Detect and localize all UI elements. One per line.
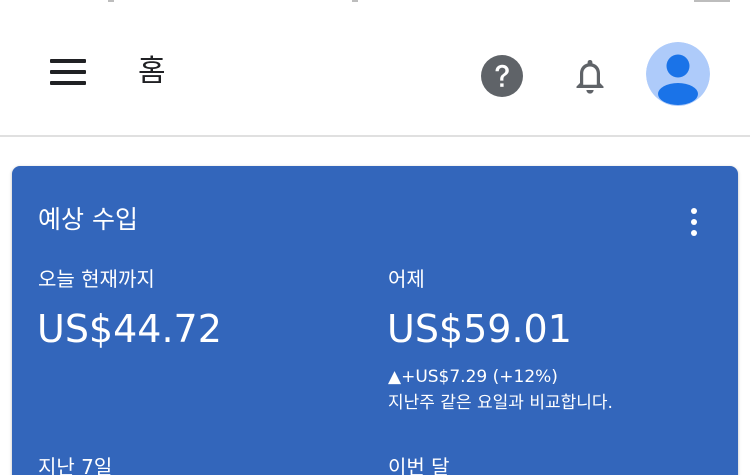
more-options-button[interactable] [676,202,712,242]
more-vertical-icon-dot [691,219,697,225]
hamburger-menu-icon-line [50,70,86,74]
status-bar-glyph [694,0,730,2]
page-title: 홈 [138,54,166,89]
yesterday-label: 어제 [388,267,425,291]
today-value: US$44.72 [37,307,222,351]
help-button[interactable] [480,54,524,98]
notifications-button[interactable] [566,52,614,100]
hamburger-menu-icon-line [50,81,86,85]
more-vertical-icon-dot [691,230,697,236]
yesterday-comparison-note: 지난주 같은 요일과 비교합니다. [388,393,613,413]
account-avatar-icon [646,42,710,106]
card-title: 예상 수입 [38,205,138,234]
account-avatar-button[interactable] [646,42,710,106]
help-circle-icon [481,55,523,97]
yesterday-change: ▲+US$7.29 (+12%) [388,367,558,387]
menu-button[interactable] [38,44,98,100]
status-bar-glyph [108,0,114,2]
more-vertical-icon [691,208,697,214]
status-bar-glyph [352,0,358,2]
app-bar: 홈 [0,4,750,137]
today-label: 오늘 현재까지 [38,267,155,291]
estimated-earnings-card: 예상 수입 오늘 현재까지 US$44.72 어제 US$59.01 ▲+US$… [12,166,738,475]
page: 홈 예상 수입 오늘 현재까지 US$44.72 어제 US$59.01 ▲+U… [0,0,750,475]
last-7-days-label: 지난 7일 [38,455,113,475]
yesterday-value: US$59.01 [387,307,572,351]
this-month-label: 이번 달 [388,455,450,475]
bell-icon [576,60,604,94]
hamburger-menu-icon [50,59,86,63]
